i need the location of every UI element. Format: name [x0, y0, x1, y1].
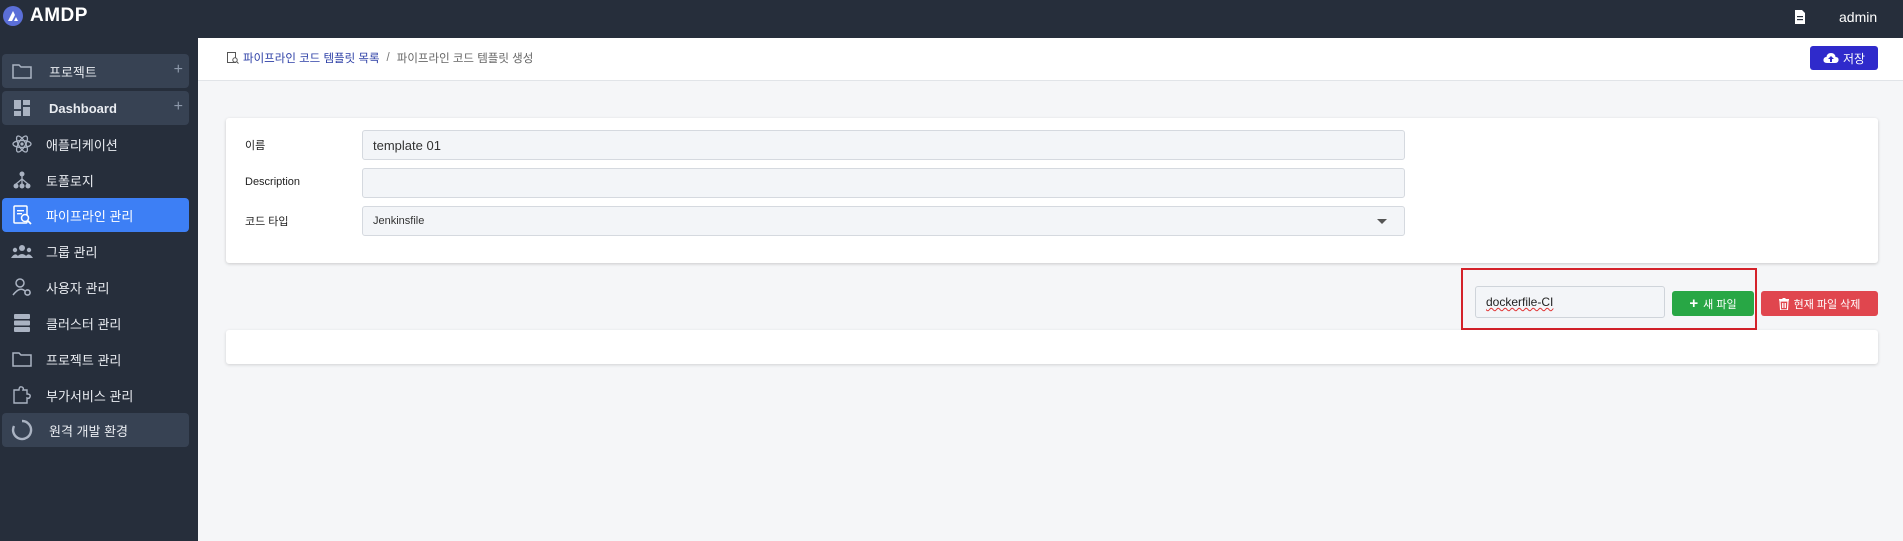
code-type-select[interactable]: Jenkinsfile	[362, 206, 1405, 236]
logo-icon	[3, 6, 23, 26]
code-type-label: 코드 타입	[245, 216, 289, 228]
folder-icon	[11, 349, 33, 369]
chevron-down-icon	[1377, 219, 1387, 224]
sidebar-item-label: 토폴로지	[46, 173, 94, 189]
loading-ring-icon	[11, 419, 33, 441]
name-input[interactable]: template 01	[362, 130, 1405, 160]
delete-file-button[interactable]: 현재 파일 삭제	[1761, 291, 1878, 316]
trash-icon	[1778, 297, 1789, 310]
sidebar-item-project[interactable]: 프로젝트 +	[2, 54, 189, 88]
sidebar-item-label: 파이프라인 관리	[46, 208, 134, 224]
annotation-highlight-box	[1461, 268, 1757, 330]
save-button[interactable]: 저장	[1810, 46, 1878, 70]
sidebar-item-remote-dev[interactable]: 원격 개발 환경	[2, 413, 189, 447]
sidebar-item-addon-services[interactable]: 부가서비스 관리	[2, 378, 189, 412]
name-label: 이름	[245, 140, 266, 152]
app-logo[interactable]: AMDP	[3, 5, 88, 27]
sidebar-item-applications[interactable]: 애플리케이션	[2, 127, 189, 161]
sidebar-item-label: 원격 개발 환경	[49, 423, 128, 439]
atom-icon	[11, 134, 33, 154]
sidebar-item-topology[interactable]: 토폴로지	[2, 163, 189, 197]
sidebar-item-project-management[interactable]: 프로젝트 관리	[2, 342, 189, 376]
delete-file-label: 현재 파일 삭제	[1793, 298, 1861, 311]
breadcrumb-link-template-list[interactable]: 파이프라인 코드 템플릿 목록	[243, 50, 380, 66]
folder-icon	[11, 61, 33, 81]
code-type-value: Jenkinsfile	[373, 215, 425, 227]
app-name: AMDP	[30, 5, 88, 26]
sidebar: 프로젝트 + Dashboard + 애플리케이션 토폴로지 파이프라인 관리 …	[0, 38, 198, 541]
document-icon[interactable]	[1794, 10, 1806, 24]
user-menu[interactable]: admin	[1839, 9, 1877, 25]
sidebar-item-label: 프로젝트 관리	[46, 352, 122, 368]
sidebar-item-pipeline[interactable]: 파이프라인 관리	[2, 198, 189, 232]
file-editor-panel[interactable]	[226, 330, 1878, 364]
dashboard-icon	[11, 98, 33, 118]
sidebar-item-users[interactable]: 사용자 관리	[2, 270, 189, 304]
pipeline-icon	[227, 52, 239, 64]
sidebar-item-label: Dashboard	[49, 100, 117, 116]
breadcrumb-separator: /	[386, 52, 390, 64]
sidebar-item-label: 클러스터 관리	[46, 316, 122, 332]
sidebar-item-label: 프로젝트	[49, 64, 97, 80]
cloud-upload-icon	[1823, 53, 1839, 63]
description-label: Description	[245, 176, 301, 188]
sidebar-item-clusters[interactable]: 클러스터 관리	[2, 306, 189, 340]
description-input[interactable]	[362, 168, 1405, 198]
group-icon	[11, 241, 33, 261]
add-dashboard-icon[interactable]: +	[174, 98, 183, 116]
topology-icon	[11, 170, 33, 190]
breadcrumb-current: 파이프라인 코드 템플릿 생성	[396, 53, 534, 65]
sidebar-item-label: 그룹 관리	[46, 244, 98, 260]
puzzle-gear-icon	[11, 385, 33, 405]
server-icon	[11, 313, 33, 333]
top-bar: AMDP admin	[0, 0, 1903, 38]
pipeline-icon	[11, 205, 33, 225]
sidebar-item-label: 사용자 관리	[46, 280, 110, 296]
breadcrumb: 파이프라인 코드 템플릿 목록 / 파이프라인 코드 템플릿 생성	[227, 50, 533, 66]
sidebar-item-label: 부가서비스 관리	[46, 388, 134, 404]
page-header: 파이프라인 코드 템플릿 목록 / 파이프라인 코드 템플릿 생성	[198, 38, 1903, 81]
user-gear-icon	[11, 277, 33, 297]
sidebar-item-groups[interactable]: 그룹 관리	[2, 234, 189, 268]
sidebar-item-dashboard[interactable]: Dashboard +	[2, 91, 189, 125]
name-input-value: template 01	[373, 137, 441, 153]
save-button-label: 저장	[1842, 51, 1866, 66]
add-project-icon[interactable]: +	[174, 61, 183, 79]
sidebar-item-label: 애플리케이션	[46, 137, 118, 153]
